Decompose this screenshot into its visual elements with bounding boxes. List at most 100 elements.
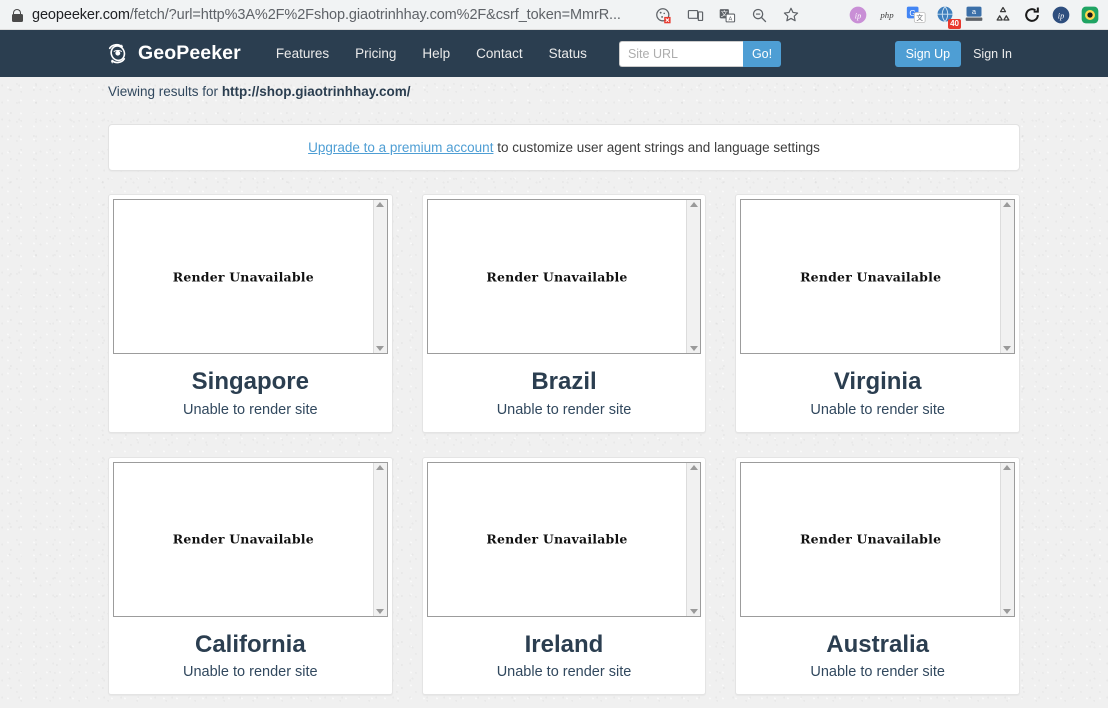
globe-extension-badge: 40 — [948, 19, 961, 29]
address-bar[interactable]: geopeeker.com/fetch/?url=http%3A%2F%2Fsh… — [4, 3, 621, 27]
result-card-brazil: Render Unavailable Brazil Unable to rend… — [421, 194, 707, 433]
render-frame[interactable]: Render Unavailable — [113, 199, 388, 354]
result-card-australia: Render Unavailable Australia Unable to r… — [735, 456, 1020, 696]
svg-text:ip: ip — [1058, 11, 1064, 20]
url-host: geopeeker.com — [32, 6, 130, 23]
upgrade-banner-rest: to customize user agent strings and lang… — [493, 140, 820, 155]
scroll-up-arrow-icon[interactable] — [1003, 464, 1012, 470]
render-scrollbar[interactable] — [999, 462, 1014, 616]
upgrade-banner: Upgrade to a premium account to customiz… — [108, 124, 1020, 171]
render-unavailable-text: Render Unavailable — [486, 269, 628, 284]
results-grid: Render Unavailable Singapore Unable to r… — [108, 194, 1020, 696]
result-card-ireland: Render Unavailable Ireland Unable to ren… — [421, 456, 707, 696]
card-status-text: Unable to render site — [496, 664, 632, 681]
site-navbar: GeoPeeker Features Pricing Help Contact … — [0, 30, 1108, 77]
go-button[interactable]: Go! — [742, 40, 782, 67]
nav-item-features[interactable]: Features — [263, 30, 342, 77]
refresh-extension-icon[interactable] — [1020, 3, 1044, 27]
render-frame[interactable]: Render Unavailable — [740, 461, 1015, 617]
page-body: GeoPeeker Features Pricing Help Contact … — [0, 30, 1108, 708]
card-location-name: Ireland — [524, 630, 604, 658]
zoom-out-icon[interactable] — [744, 2, 774, 28]
svg-text:php: php — [879, 10, 894, 20]
render-frame[interactable]: Render Unavailable — [426, 199, 702, 354]
search-input[interactable] — [618, 40, 743, 67]
render-scrollbar[interactable] — [372, 200, 387, 353]
bookmark-star-icon[interactable] — [776, 2, 806, 28]
render-unavailable-text: Render Unavailable — [486, 531, 628, 547]
render-unavailable-text: Render Unavailable — [800, 269, 942, 284]
scroll-down-arrow-icon[interactable] — [1003, 608, 1012, 614]
upgrade-premium-link[interactable]: Upgrade to a premium account — [308, 140, 493, 155]
card-status-text: Unable to render site — [183, 401, 318, 418]
render-frame[interactable]: Render Unavailable — [740, 199, 1015, 354]
upgrade-banner-text: Upgrade to a premium account to customiz… — [308, 140, 820, 155]
svg-text:A: A — [728, 16, 732, 22]
scroll-up-arrow-icon[interactable] — [689, 464, 698, 470]
nav-item-help[interactable]: Help — [409, 30, 463, 77]
render-scrollbar[interactable] — [686, 200, 701, 353]
scroll-up-arrow-icon[interactable] — [1003, 202, 1012, 207]
card-location-name: Virginia — [833, 368, 922, 395]
scroll-up-arrow-icon[interactable] — [376, 202, 385, 207]
brand-logo-group[interactable]: GeoPeeker — [104, 41, 241, 67]
recycle-extension-icon[interactable] — [991, 3, 1015, 27]
device-toolbar-icon[interactable] — [680, 2, 710, 28]
translate-icon[interactable]: 文A — [712, 2, 742, 28]
render-unavailable-text: Render Unavailable — [800, 531, 942, 547]
google-translate-extension-icon[interactable]: G文 — [904, 3, 928, 27]
browser-extensions: ip php G文 40 a ip — [846, 0, 1102, 30]
render-frame[interactable]: Render Unavailable — [113, 461, 388, 617]
nav-item-pricing[interactable]: Pricing — [342, 30, 409, 77]
brand-name: GeoPeeker — [138, 42, 241, 64]
url-path: /fetch/?url=http%3A%2F%2Fshop.giaotrinhh… — [129, 6, 621, 23]
card-location-name: California — [194, 630, 306, 658]
result-card-virginia: Render Unavailable Virginia Unable to re… — [735, 194, 1020, 433]
amazon-extension-icon[interactable]: a — [962, 3, 986, 27]
site-url-form: Go! — [618, 40, 782, 67]
nav-item-status[interactable]: Status — [536, 30, 600, 77]
viewing-results-line: Viewing results for http://shop.giaotrin… — [0, 77, 1108, 99]
nav-links: Features Pricing Help Contact Status — [263, 30, 600, 77]
ip-extension-purple-icon[interactable]: ip — [846, 3, 870, 27]
scroll-down-arrow-icon[interactable] — [376, 346, 385, 351]
result-card-singapore: Render Unavailable Singapore Unable to r… — [108, 194, 393, 433]
card-location-name: Brazil — [531, 368, 597, 395]
scroll-down-arrow-icon[interactable] — [1003, 346, 1012, 351]
php-extension-icon[interactable]: php — [875, 3, 899, 27]
auth-actions: Sign Up Sign In — [894, 30, 1020, 77]
sign-up-button[interactable]: Sign Up — [894, 40, 962, 67]
viewing-results-url: http://shop.giaotrinhhay.com/ — [221, 84, 411, 99]
card-status-text: Unable to render site — [496, 401, 632, 418]
chrome-toolbar-icons: 文A — [648, 0, 806, 30]
cookie-blocked-icon[interactable] — [648, 2, 678, 28]
scroll-down-arrow-icon[interactable] — [689, 608, 698, 614]
card-status-text: Unable to render site — [183, 664, 318, 681]
globe-extension-icon[interactable]: 40 — [933, 3, 961, 29]
render-scrollbar[interactable] — [372, 462, 387, 616]
svg-text:ip: ip — [855, 11, 861, 20]
render-frame[interactable]: Render Unavailable — [426, 461, 702, 617]
result-card-california: Render Unavailable California Unable to … — [108, 456, 393, 696]
svg-text:文: 文 — [916, 13, 923, 22]
geopeeker-globe-icon — [104, 41, 130, 67]
render-unavailable-text: Render Unavailable — [172, 269, 314, 284]
camera-extension-icon[interactable] — [1078, 3, 1102, 27]
lock-icon — [8, 6, 26, 24]
nav-item-contact[interactable]: Contact — [463, 30, 536, 77]
render-scrollbar[interactable] — [999, 200, 1014, 353]
scroll-up-arrow-icon[interactable] — [689, 202, 698, 207]
address-bar-url: geopeeker.com/fetch/?url=http%3A%2F%2Fsh… — [32, 7, 621, 23]
scroll-down-arrow-icon[interactable] — [376, 608, 385, 614]
card-status-text: Unable to render site — [810, 401, 945, 418]
render-scrollbar[interactable] — [686, 462, 701, 616]
card-location-name: Singapore — [191, 368, 309, 395]
ip-extension-blue-icon[interactable]: ip — [1049, 3, 1073, 27]
scroll-down-arrow-icon[interactable] — [689, 346, 698, 351]
card-status-text: Unable to render site — [810, 664, 945, 681]
render-unavailable-text: Render Unavailable — [172, 531, 314, 547]
browser-chrome: geopeeker.com/fetch/?url=http%3A%2F%2Fsh… — [0, 0, 1108, 30]
sign-in-link[interactable]: Sign In — [965, 47, 1020, 61]
scroll-up-arrow-icon[interactable] — [376, 464, 385, 470]
viewing-results-label: Viewing results for — [108, 84, 222, 99]
